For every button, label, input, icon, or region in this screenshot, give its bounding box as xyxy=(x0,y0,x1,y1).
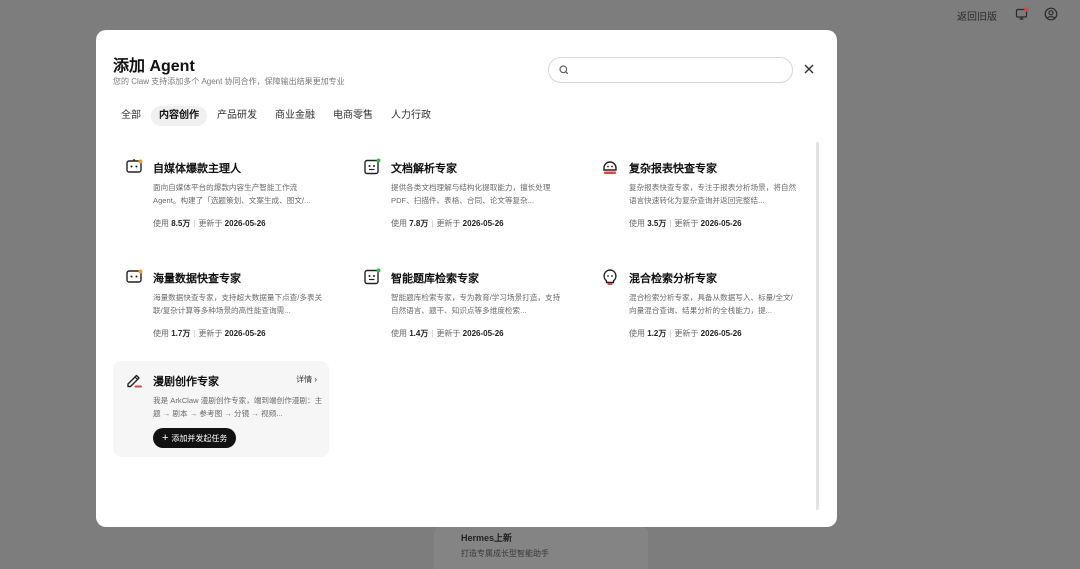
agent-description: 我是 ArkClaw 漫剧创作专家，端到端创作漫剧：主题 → 剧本 → 参考图 … xyxy=(153,396,323,418)
agent-card[interactable]: 混合检索分析专家 混合检索分析专家，具备从数据写入、标量/全文/向量混合查询、结… xyxy=(589,258,805,354)
robot-icon xyxy=(126,269,143,283)
report-robot-icon xyxy=(603,161,617,174)
agent-meta: 使用 1.4万 | 更新于 2026-05-26 xyxy=(391,329,504,338)
agent-meta: 使用 1.2万 | 更新于 2026-05-26 xyxy=(629,329,742,338)
agent-title: 混合检索分析专家 xyxy=(629,273,717,285)
background-promo-subtitle: 打造专属成长型智能助手 xyxy=(461,549,549,558)
agent-card[interactable]: 海量数据快查专家 海量数据快查专家，支持超大数据量下点查/多表关联/复杂计算等多… xyxy=(113,258,329,354)
tab-all[interactable]: 全部 xyxy=(113,106,149,126)
tab-product-rd[interactable]: 产品研发 xyxy=(209,106,265,126)
agent-meta: 使用 8.5万 | 更新于 2026-05-26 xyxy=(153,219,266,228)
agent-description: 智能题库检索专家，专为教育/学习场景打造，支持自然语言、题干、知识点等多维度检索… xyxy=(391,293,561,315)
add-and-start-task-button[interactable]: + 添加并发起任务 xyxy=(153,428,237,448)
top-bar: 返回旧版 xyxy=(0,0,1080,30)
lightbulb-robot-icon xyxy=(603,269,617,285)
agent-meta: 使用 1.7万 | 更新于 2026-05-26 xyxy=(153,329,266,338)
search-icon xyxy=(559,65,569,75)
agent-description: 混合检索分析专家，具备从数据写入、标量/全文/向量混合查询、结果分析的全栈能力，… xyxy=(629,293,793,315)
agent-title: 复杂报表快查专家 xyxy=(629,163,717,175)
agent-description: 复杂报表快查专家，专注于报表分析场景，将自然语言快速转化为复杂查询并返回完整结.… xyxy=(629,183,797,205)
modal-title: 添加 Agent xyxy=(113,58,195,75)
agent-card[interactable]: 自媒体爆款主理人 面向自媒体平台的爆款内容生产智能工作流 Agent。构建了「选… xyxy=(113,148,329,244)
tab-business-finance[interactable]: 商业金融 xyxy=(267,106,323,126)
pen-icon xyxy=(127,374,142,388)
agent-card[interactable]: 复杂报表快查专家 复杂报表快查专家，专注于报表分析场景，将自然语言快速转化为复杂… xyxy=(589,148,805,244)
agent-title: 文档解析专家 xyxy=(391,163,457,175)
featured-agent-card[interactable]: 漫剧创作专家 详情 › 我是 ArkClaw 漫剧创作专家，端到端创作漫剧：主题… xyxy=(113,361,329,457)
agent-description: 提供各类文档理解与结构化提取能力，擅长处理 PDF、扫描件、表格、合同、论文等复… xyxy=(391,183,551,205)
agent-card[interactable]: 智能题库检索专家 智能题库检索专家，专为教育/学习场景打造，支持自然语言、题干、… xyxy=(351,258,567,354)
tab-hr-admin[interactable]: 人力行政 xyxy=(383,106,439,126)
tab-ecommerce-retail[interactable]: 电商零售 xyxy=(325,106,381,126)
chevron-right-icon: › xyxy=(314,375,317,384)
plus-icon: + xyxy=(162,432,169,444)
agent-meta: 使用 3.5万 | 更新于 2026-05-26 xyxy=(629,219,742,228)
agent-description: 海量数据快查专家，支持超大数据量下点查/多表关联/复杂计算等多种场景的高性能查询… xyxy=(153,293,323,315)
tab-content-creation[interactable]: 内容创作 xyxy=(151,106,207,126)
details-link[interactable]: 详情 › xyxy=(296,374,317,385)
back-to-old-version-link[interactable]: 返回旧版 xyxy=(957,8,997,23)
doc-robot-icon xyxy=(364,158,381,175)
agent-title: 智能题库检索专家 xyxy=(391,273,479,285)
close-icon[interactable] xyxy=(802,62,816,76)
robot-icon xyxy=(126,159,143,173)
user-account-icon[interactable] xyxy=(1044,7,1058,21)
doc-robot-icon xyxy=(364,268,381,285)
agent-meta: 使用 7.8万 | 更新于 2026-05-26 xyxy=(391,219,504,228)
agent-card[interactable]: 文档解析专家 提供各类文档理解与结构化提取能力，擅长处理 PDF、扫描件、表格、… xyxy=(351,148,567,244)
agent-title: 漫剧创作专家 xyxy=(153,376,219,388)
background-promo-title: Hermes上新 xyxy=(461,533,513,543)
search-box[interactable] xyxy=(548,57,793,83)
agent-title: 海量数据快查专家 xyxy=(153,273,241,285)
add-agent-modal: 添加 Agent 您的 Claw 支持添加多个 Agent 协同合作，保障输出结… xyxy=(96,30,837,527)
scrollbar[interactable] xyxy=(816,142,819,510)
agent-title: 自媒体爆款主理人 xyxy=(153,163,241,175)
modal-subtitle: 您的 Claw 支持添加多个 Agent 协同合作，保障输出结果更加专业 xyxy=(113,77,345,86)
category-tabs: 全部 内容创作 产品研发 商业金融 电商零售 人力行政 xyxy=(113,106,441,126)
search-input[interactable] xyxy=(575,62,785,79)
monitor-notification-icon[interactable] xyxy=(1015,7,1029,21)
agent-description: 面向自媒体平台的爆款内容生产智能工作流 Agent。构建了「选题策划、文案生成、… xyxy=(153,183,311,205)
